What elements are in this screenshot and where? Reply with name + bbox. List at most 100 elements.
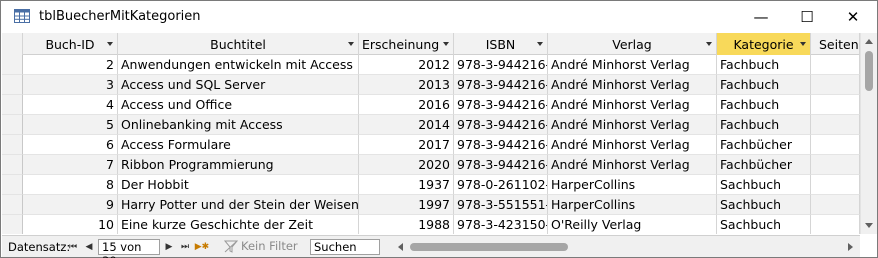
table-cell-seiten[interactable] [811, 215, 860, 234]
column-header-seiten[interactable]: Seiten [811, 33, 860, 55]
table-cell-isbn[interactable]: 978-3-944216-( [454, 75, 548, 95]
table-cell-year[interactable]: 1937 [359, 175, 454, 195]
dropdown-arrow-icon[interactable] [443, 42, 449, 46]
table-row[interactable]: 10 Eine kurze Geschichte der Zeit 1988 978-… [2, 215, 860, 234]
table-cell-publisher[interactable]: André Minhorst Verlag [548, 75, 717, 95]
table-cell-publisher[interactable]: HarperCollins [548, 175, 717, 195]
row-selector[interactable] [2, 95, 23, 115]
filter-toggle[interactable]: Kein Filter [224, 239, 298, 253]
table-cell-seiten[interactable] [811, 175, 860, 195]
table-cell-category[interactable]: Fachbuch [717, 115, 811, 135]
scroll-down-icon[interactable] [865, 223, 873, 228]
table-cell-publisher[interactable]: HarperCollins [548, 195, 717, 215]
dropdown-arrow-icon[interactable] [107, 42, 113, 46]
table-cell-isbn[interactable]: 978-3-944216-( [454, 115, 548, 135]
table-cell-title[interactable]: Harry Potter und der Stein der Weisen [118, 195, 359, 215]
row-selector[interactable] [2, 195, 23, 215]
table-cell-category[interactable]: Sachbuch [717, 175, 811, 195]
table-row[interactable]: 6 Access Formulare 2017 978-3-944216-(André… [2, 135, 860, 155]
minimize-button[interactable]: — [738, 1, 784, 33]
table-cell-title[interactable]: Access und SQL Server [118, 75, 359, 95]
table-cell-isbn[interactable]: 978-3-423150-5 [454, 215, 548, 234]
row-selector[interactable] [2, 155, 23, 175]
dropdown-arrow-icon[interactable] [537, 42, 543, 46]
select-all-corner[interactable] [2, 33, 23, 55]
table-cell-seiten[interactable] [811, 115, 860, 135]
table-cell-title[interactable]: Onlinebanking mit Access [118, 115, 359, 135]
table-cell-publisher[interactable]: André Minhorst Verlag [548, 55, 717, 75]
table-cell-title[interactable]: Access und Office [118, 95, 359, 115]
table-cell-id[interactable]: 7 [23, 155, 118, 175]
table-cell-year[interactable]: 2017 [359, 135, 454, 155]
table-cell-id[interactable]: 4 [23, 95, 118, 115]
table-cell-seiten[interactable] [811, 55, 860, 75]
table-cell-id[interactable]: 9 [23, 195, 118, 215]
table-cell-id[interactable]: 6 [23, 135, 118, 155]
search-input[interactable]: Suchen [310, 239, 380, 255]
table-cell-title[interactable]: Der Hobbit [118, 175, 359, 195]
table-cell-isbn[interactable]: 978-3-551551-1 [454, 195, 548, 215]
table-cell-publisher[interactable]: André Minhorst Verlag [548, 135, 717, 155]
table-cell-category[interactable]: Fachbuch [717, 95, 811, 115]
previous-record-icon[interactable]: ◀ [82, 240, 96, 254]
table-cell-year[interactable]: 2020 [359, 155, 454, 175]
column-header-buch-id[interactable]: Buch-ID [23, 33, 118, 55]
column-header-buchtitel[interactable]: Buchtitel [118, 33, 359, 55]
table-cell-id[interactable]: 8 [23, 175, 118, 195]
table-cell-seiten[interactable] [811, 95, 860, 115]
table-cell-seiten[interactable] [811, 135, 860, 155]
table-cell-title[interactable]: Access Formulare [118, 135, 359, 155]
vertical-scrollbar[interactable] [860, 33, 877, 234]
scroll-right-icon[interactable] [848, 243, 853, 251]
column-header-kategorie[interactable]: Kategorie [717, 33, 811, 55]
scroll-up-icon[interactable] [865, 39, 873, 44]
table-row[interactable]: 7 Ribbon Programmierung 2020 978-3-944216-(… [2, 155, 860, 175]
row-selector[interactable] [2, 55, 23, 75]
table-cell-id[interactable]: 10 [23, 215, 118, 234]
table-cell-isbn[interactable]: 978-3-944216-( [454, 135, 548, 155]
table-row[interactable]: 9 Harry Potter und der Stein der Weisen 19… [2, 195, 860, 215]
current-record-field[interactable]: 15 von 30 [98, 239, 160, 258]
scroll-left-icon[interactable] [398, 243, 403, 251]
table-cell-id[interactable]: 5 [23, 115, 118, 135]
last-record-icon[interactable]: ⏭ [178, 240, 192, 254]
table-cell-category[interactable]: Fachbücher [717, 135, 811, 155]
table-cell-seiten[interactable] [811, 195, 860, 215]
dropdown-arrow-icon[interactable] [800, 42, 806, 46]
column-header-erscheinung[interactable]: Erscheinung [359, 33, 454, 55]
table-cell-publisher[interactable]: André Minhorst Verlag [548, 155, 717, 175]
next-record-icon[interactable]: ▶ [162, 240, 176, 254]
horizontal-scrollbar[interactable] [394, 239, 860, 255]
table-cell-id[interactable]: 2 [23, 55, 118, 75]
row-selector[interactable] [2, 135, 23, 155]
scroll-thumb[interactable] [865, 51, 873, 91]
table-row[interactable]: 3 Access und SQL Server 2013 978-3-944216-(… [2, 75, 860, 95]
table-cell-category[interactable]: Sachbuch [717, 195, 811, 215]
table-cell-title[interactable]: Anwendungen entwickeln mit Access [118, 55, 359, 75]
maximize-button[interactable]: ☐ [784, 1, 830, 33]
dropdown-arrow-icon[interactable] [348, 42, 354, 46]
table-cell-publisher[interactable]: O'Reilly Verlag [548, 215, 717, 234]
table-cell-title[interactable]: Ribbon Programmierung [118, 155, 359, 175]
column-header-verlag[interactable]: Verlag [548, 33, 717, 55]
table-cell-seiten[interactable] [811, 75, 860, 95]
table-cell-isbn[interactable]: 978-3-944216-( [454, 55, 548, 75]
table-cell-isbn[interactable]: 978-3-944216-( [454, 155, 548, 175]
table-cell-category[interactable]: Sachbuch [717, 215, 811, 234]
new-record-icon[interactable]: ▶✱ [195, 240, 209, 254]
table-cell-publisher[interactable]: André Minhorst Verlag [548, 95, 717, 115]
table-cell-id[interactable]: 3 [23, 75, 118, 95]
table-cell-isbn[interactable]: 978-3-944216-( [454, 95, 548, 115]
close-button[interactable]: ✕ [830, 1, 876, 33]
table-cell-publisher[interactable]: André Minhorst Verlag [548, 115, 717, 135]
row-selector[interactable] [2, 215, 23, 234]
horizontal-scroll-thumb[interactable] [410, 243, 568, 251]
column-header-isbn[interactable]: ISBN [454, 33, 548, 55]
row-selector[interactable] [2, 75, 23, 95]
table-cell-year[interactable]: 1997 [359, 195, 454, 215]
row-selector[interactable] [2, 175, 23, 195]
table-cell-year[interactable]: 1988 [359, 215, 454, 234]
table-cell-category[interactable]: Fachbuch [717, 75, 811, 95]
table-row[interactable]: 8 Der Hobbit 1937 978-0-261102-2 HarperColli… [2, 175, 860, 195]
table-cell-year[interactable]: 2012 [359, 55, 454, 75]
